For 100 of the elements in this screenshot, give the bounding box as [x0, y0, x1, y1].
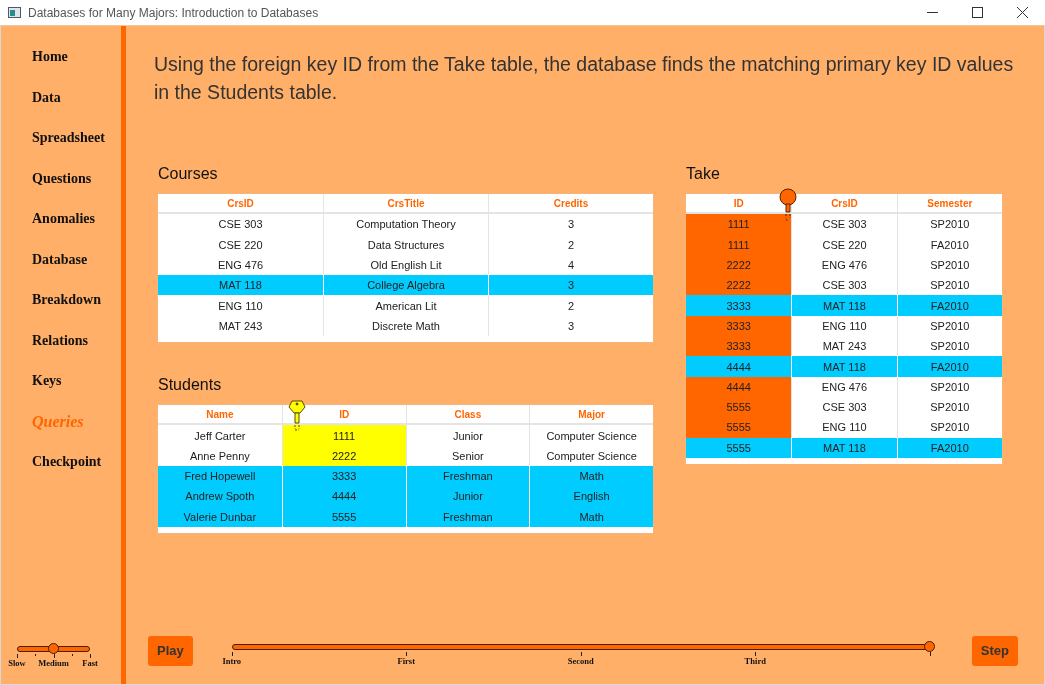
- table-cell: College Algebra: [323, 275, 488, 296]
- nav-item[interactable]: Relations: [32, 329, 121, 351]
- table-cell: SP2010: [896, 376, 1002, 397]
- table-cell: 1111: [281, 425, 406, 446]
- table-cell: Math: [529, 506, 653, 527]
- table-cell: Valerie Dunbar: [158, 506, 282, 527]
- nav-item[interactable]: Checkpoint: [32, 451, 121, 472]
- table-cell: 2: [488, 295, 653, 316]
- table-cell: 3: [488, 214, 653, 235]
- close-icon[interactable]: [1017, 7, 1028, 18]
- table-cell: 3333: [686, 336, 792, 357]
- table-cell: 4444: [281, 486, 406, 507]
- table-cell: ENG 476: [791, 376, 897, 397]
- table-cell: CSE 303: [791, 396, 897, 418]
- table-cell: Andrew Spoth: [158, 486, 282, 507]
- table-cell-text: CSE 303: [217, 217, 264, 233]
- table-cell: 5555: [686, 417, 792, 438]
- table-cell: 3333: [686, 315, 792, 337]
- table-cell: FA2010: [896, 234, 1002, 255]
- table-cell-text: ENG 110: [217, 298, 264, 314]
- play-button[interactable]: Play: [148, 635, 193, 666]
- window-title: Databases for Many Majors: Introduction to Databases: [28, 5, 320, 20]
- table-cell: Discrete Math: [323, 315, 488, 337]
- column-header: Credits: [488, 194, 653, 215]
- table-cell: FA2010: [896, 437, 1002, 458]
- table-cell: MAT 118: [791, 356, 897, 377]
- table-title: Courses: [158, 164, 218, 184]
- table-cell: Computation Theory: [323, 214, 488, 235]
- table-cell: American Lit: [323, 295, 488, 316]
- table-cell: 1111: [686, 214, 792, 235]
- instruction-text: Using the foreign key ID from the Take table, the database finds the matching primary key ID values in the Students table.: [154, 52, 1014, 105]
- table-cell: 3: [488, 275, 653, 296]
- table-cell: 2222: [281, 445, 406, 466]
- column-header: Class: [405, 405, 530, 426]
- nav-item[interactable]: Breakdown: [32, 289, 121, 310]
- nav-item[interactable]: Questions: [32, 167, 121, 189]
- table-cell-text: Jeff Carter: [193, 428, 247, 444]
- table-cell: SP2010: [896, 254, 1002, 276]
- table-cell: Senior: [405, 445, 530, 466]
- table-cell: Junior: [405, 425, 530, 446]
- nav-item[interactable]: Data: [32, 86, 121, 108]
- table-cell: ENG 110: [791, 417, 897, 438]
- slider-thumb[interactable]: [48, 643, 59, 654]
- table-title: Students: [158, 375, 222, 396]
- nav-item[interactable]: Home: [32, 46, 121, 67]
- tick-label: Fast: [82, 658, 98, 668]
- table-cell: SP2010: [896, 417, 1002, 438]
- table-cell: MAT 118: [158, 275, 323, 296]
- maximize-icon[interactable]: [972, 7, 983, 18]
- table-cell-text: MAT 243: [217, 318, 264, 334]
- tick-label: Slow: [8, 658, 26, 668]
- column-header: CrsTitle: [323, 194, 488, 215]
- table-cell: ENG 110: [791, 315, 897, 337]
- table-cell: CSE 303: [791, 214, 897, 235]
- table-cell: 5555: [686, 396, 792, 418]
- nav-item[interactable]: Spreadsheet: [32, 127, 121, 148]
- table-cell: 3333: [686, 295, 792, 316]
- table-cell-text: CSE 220: [217, 237, 264, 253]
- table-cell: 1111: [686, 234, 792, 255]
- table-cell: Junior: [405, 486, 530, 507]
- table-cell: Computer Science: [529, 445, 653, 466]
- tick-label: Intro: [222, 656, 242, 666]
- column-header: Name: [158, 405, 282, 426]
- tick-label: Second: [567, 656, 594, 666]
- table-cell: Data Structures: [323, 234, 488, 255]
- table-cell: SP2010: [896, 396, 1002, 418]
- table-cell: SP2010: [896, 315, 1002, 337]
- column-header: Semester: [896, 194, 1002, 215]
- table-cell: Fred Hopewell: [158, 465, 282, 487]
- column-header: CrsID: [158, 194, 323, 215]
- table-cell: 4444: [686, 356, 792, 377]
- table-cell: 2: [488, 234, 653, 255]
- table-cell: ENG 476: [791, 254, 897, 276]
- tick-label: Third: [744, 656, 766, 666]
- nav-item[interactable]: Keys: [32, 370, 121, 391]
- table-cell: Freshman: [405, 465, 530, 487]
- column-header: Major: [529, 405, 653, 426]
- step-button[interactable]: Step: [971, 635, 1018, 666]
- table-cell: CSE 220: [791, 234, 897, 255]
- nav-item[interactable]: Anomalies: [32, 208, 121, 229]
- table-cell: MAT 118: [791, 437, 897, 458]
- table-title: Take: [686, 164, 720, 184]
- tick-label: Medium: [38, 658, 69, 668]
- table-cell: 3: [488, 315, 653, 337]
- table-cell: 2222: [686, 254, 792, 276]
- table-cell: 2222: [686, 275, 792, 296]
- app-icon: [8, 7, 21, 18]
- table-cell: SP2010: [896, 214, 1002, 235]
- table-cell-text: ENG 476: [216, 258, 265, 274]
- tick-label: First: [397, 656, 415, 666]
- table-cell: 4444: [686, 376, 792, 397]
- nav-item[interactable]: Database: [32, 248, 121, 270]
- slider-thumb[interactable]: [924, 641, 936, 652]
- table-cell: Math: [529, 465, 653, 487]
- table-cell: FA2010: [896, 295, 1002, 316]
- table-cell: FA2010: [896, 356, 1002, 377]
- table-cell: 5555: [686, 437, 792, 458]
- table-cell: English: [529, 486, 653, 507]
- table-cell: Computer Science: [529, 425, 653, 446]
- table-cell: MAT 118: [791, 295, 897, 316]
